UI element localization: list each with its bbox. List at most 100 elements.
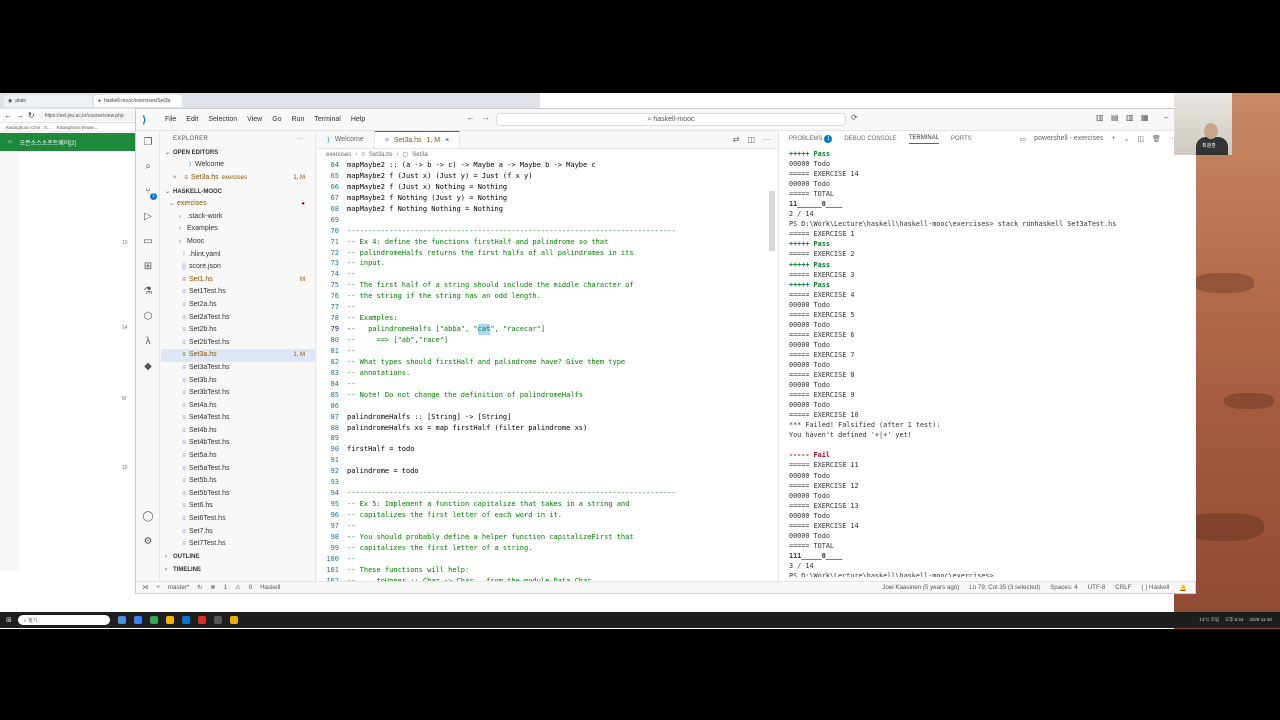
code-line[interactable]: 69 (317, 215, 777, 226)
site-title[interactable]: 오픈소스소프트웨어[2] (20, 138, 76, 147)
file-item[interactable]: {} score.json (161, 261, 315, 274)
command-center-search[interactable]: ⌕ haskell-mooc (496, 113, 846, 126)
toggle-secondary-sidebar-icon[interactable]: ▥ (1126, 113, 1134, 122)
weather[interactable]: 13°C 흐림 (1199, 617, 1219, 623)
clock-time[interactable]: 오후 6:34 (1225, 617, 1243, 623)
outline-section[interactable]: › OUTLINE (161, 551, 199, 563)
code-line[interactable]: 74 -- (317, 269, 777, 280)
remote-explorer-icon[interactable]: ▭ (142, 236, 154, 248)
app-icon[interactable] (197, 616, 206, 624)
folder-item[interactable]: ⌄ exercises ● (161, 198, 315, 211)
file-item[interactable]: ≡ Set6Test.hs (161, 513, 315, 526)
cursor-position[interactable]: Ln 79, Col 35 (3 selected) (969, 584, 1040, 592)
code-line[interactable]: 90 firstHalf = todo (317, 444, 777, 455)
open-editor-item[interactable]: × ≡ Set3a.hs exercises 1, M (161, 172, 315, 185)
file-item[interactable]: ≡ Set2a.hs (161, 299, 315, 312)
file-item[interactable]: ≡ Set1.hs M (161, 274, 315, 287)
code-line[interactable]: 78 -- Examples: (317, 313, 777, 324)
code-line[interactable]: 67 mapMaybe2 f Nothing (Just y) = Nothing (317, 193, 777, 204)
timeline-section[interactable]: › TIMELINE (161, 564, 201, 576)
tab-set3a[interactable]: ≡ Set3a.hs 1, M × (374, 131, 461, 148)
code-line[interactable]: 75 -- The first half of a string should i… (317, 280, 777, 291)
more-actions-icon[interactable]: ··· (296, 136, 303, 142)
clock-date[interactable]: 2025-11-20 (1249, 617, 1272, 623)
tab-welcome[interactable]: ⟩ Welcome (317, 131, 375, 148)
folder-item[interactable]: › Mooc (161, 236, 315, 249)
app-icon[interactable] (229, 616, 238, 624)
file-item[interactable]: ≡ Set4a.hs (161, 400, 315, 413)
tab-ports[interactable]: PORTS (951, 136, 972, 142)
file-item[interactable]: ≡ Set7.hs (161, 526, 315, 539)
code-line[interactable]: 99 -- capitalizes the first letter of a s… (317, 543, 777, 554)
code-line[interactable]: 72 -- palindromeHalfs returns the first h… (317, 248, 777, 259)
code-line[interactable]: 82 -- What types should firstHalf and pal… (317, 357, 777, 368)
line-ending[interactable]: CRLF (1115, 584, 1131, 592)
file-item[interactable]: ≡ Set6.hs (161, 500, 315, 513)
file-item[interactable]: ≡ Set5a.hs (161, 450, 315, 463)
reload-icon[interactable]: ↻ (28, 111, 35, 120)
file-item[interactable]: ≡ Set2aTest.hs (161, 312, 315, 325)
file-item[interactable]: ≡ Set4bTest.hs (161, 437, 315, 450)
file-item[interactable]: ≡ Set3b.hs (161, 375, 315, 388)
terminal-taskbar-icon[interactable] (213, 616, 222, 624)
bookmark[interactable]: Kwanghoon (Kwan... (57, 125, 99, 130)
menu-edit[interactable]: Edit (181, 116, 203, 123)
code-line[interactable]: 68 mapMaybe2 f Nothing Nothing = Nothing (317, 204, 777, 215)
indentation[interactable]: Spaces: 4 (1050, 584, 1078, 592)
file-item[interactable]: ≡ Set4aTest.hs (161, 412, 315, 425)
back-icon[interactable]: ← (4, 111, 12, 120)
run-debug-icon[interactable]: ▷ (142, 211, 154, 223)
code-line[interactable]: 76 -- the string if the string has an odd… (317, 291, 777, 302)
more-actions-icon[interactable]: ··· (763, 135, 771, 144)
code-line[interactable]: 71 -- Ex 4: define the functions firstHal… (317, 237, 777, 248)
python-icon[interactable]: ◆ (142, 361, 154, 373)
code-line[interactable]: 87 palindromeHalfs :: [String] -> [String… (317, 412, 777, 423)
warning-count[interactable]: 0 (249, 584, 252, 591)
code-line[interactable]: 80 -- ==> ["ab","race"] (317, 335, 777, 346)
code-line[interactable]: 81 -- (317, 346, 777, 357)
chrome-icon[interactable] (149, 616, 158, 624)
code-line[interactable]: 65 mapMaybe2 f (Just x) (Just y) = Just (… (317, 171, 777, 182)
extensions-icon[interactable]: ⊞ (142, 261, 154, 273)
accounts-icon[interactable]: ◯ (142, 511, 154, 523)
containers-icon[interactable]: ⬡ (142, 311, 154, 323)
notifications-icon[interactable]: 🔔 (1179, 584, 1187, 592)
menu-run[interactable]: Run (287, 116, 310, 123)
code-line[interactable]: 100 -- (317, 554, 777, 565)
code-line[interactable]: 73 -- input. (317, 258, 777, 269)
task-view-icon[interactable] (117, 616, 126, 624)
code-line[interactable]: 88 palindromeHalfs xs = map firstHalf (fi… (317, 423, 777, 434)
encoding[interactable]: UTF-8 (1088, 584, 1106, 592)
open-editor-item[interactable]: ⟩ Welcome (161, 159, 315, 172)
add-terminal-icon[interactable]: + (1111, 135, 1115, 143)
code-line[interactable]: 97 -- (317, 521, 777, 532)
copilot-icon[interactable]: ⟳ (851, 113, 858, 122)
edge-icon[interactable] (133, 616, 142, 624)
menu-selection[interactable]: Selection (203, 116, 242, 123)
menu-file[interactable]: File (160, 116, 181, 123)
forward-icon[interactable]: → (16, 111, 24, 120)
code-line[interactable]: 91 (317, 455, 777, 466)
file-item[interactable]: ! .hlint.yaml (161, 249, 315, 262)
haskell-icon[interactable]: λ (142, 336, 154, 348)
file-item[interactable]: ≡ Set3a.hs 1, M (161, 349, 315, 362)
menu-terminal[interactable]: Terminal (309, 116, 345, 123)
settings-gear-icon[interactable]: ⚙ (142, 536, 154, 548)
toggle-primary-sidebar-icon[interactable]: ▥ (1096, 113, 1104, 122)
menu-help[interactable]: Help (346, 116, 370, 123)
error-count[interactable]: 1 (224, 584, 227, 591)
code-line[interactable]: 64 mapMaybe2 :: (a -> b -> c) -> Maybe a … (317, 160, 777, 171)
sync-icon[interactable]: ↻ (197, 584, 202, 591)
tab-terminal[interactable]: TERMINAL (908, 135, 940, 144)
file-item[interactable]: ≡ Set7Test.hs (161, 538, 315, 551)
code-editor[interactable]: 64 mapMaybe2 :: (a -> b -> c) -> Maybe a … (317, 160, 777, 581)
git-branch[interactable]: master* (168, 584, 189, 591)
file-item[interactable]: ≡ Set5aTest.hs (161, 463, 315, 476)
file-item[interactable]: ≡ Set5bTest.hs (161, 488, 315, 501)
tab-debug-console[interactable]: DEBUG CONSOLE (844, 136, 896, 142)
minimize-icon[interactable]: – (1164, 113, 1168, 122)
breadcrumb-item[interactable]: Set3a (412, 152, 428, 158)
split-editor-icon[interactable]: ◫ (747, 135, 755, 144)
explorer-icon[interactable]: ❐ (142, 137, 154, 149)
code-line[interactable]: 93 (317, 477, 777, 488)
